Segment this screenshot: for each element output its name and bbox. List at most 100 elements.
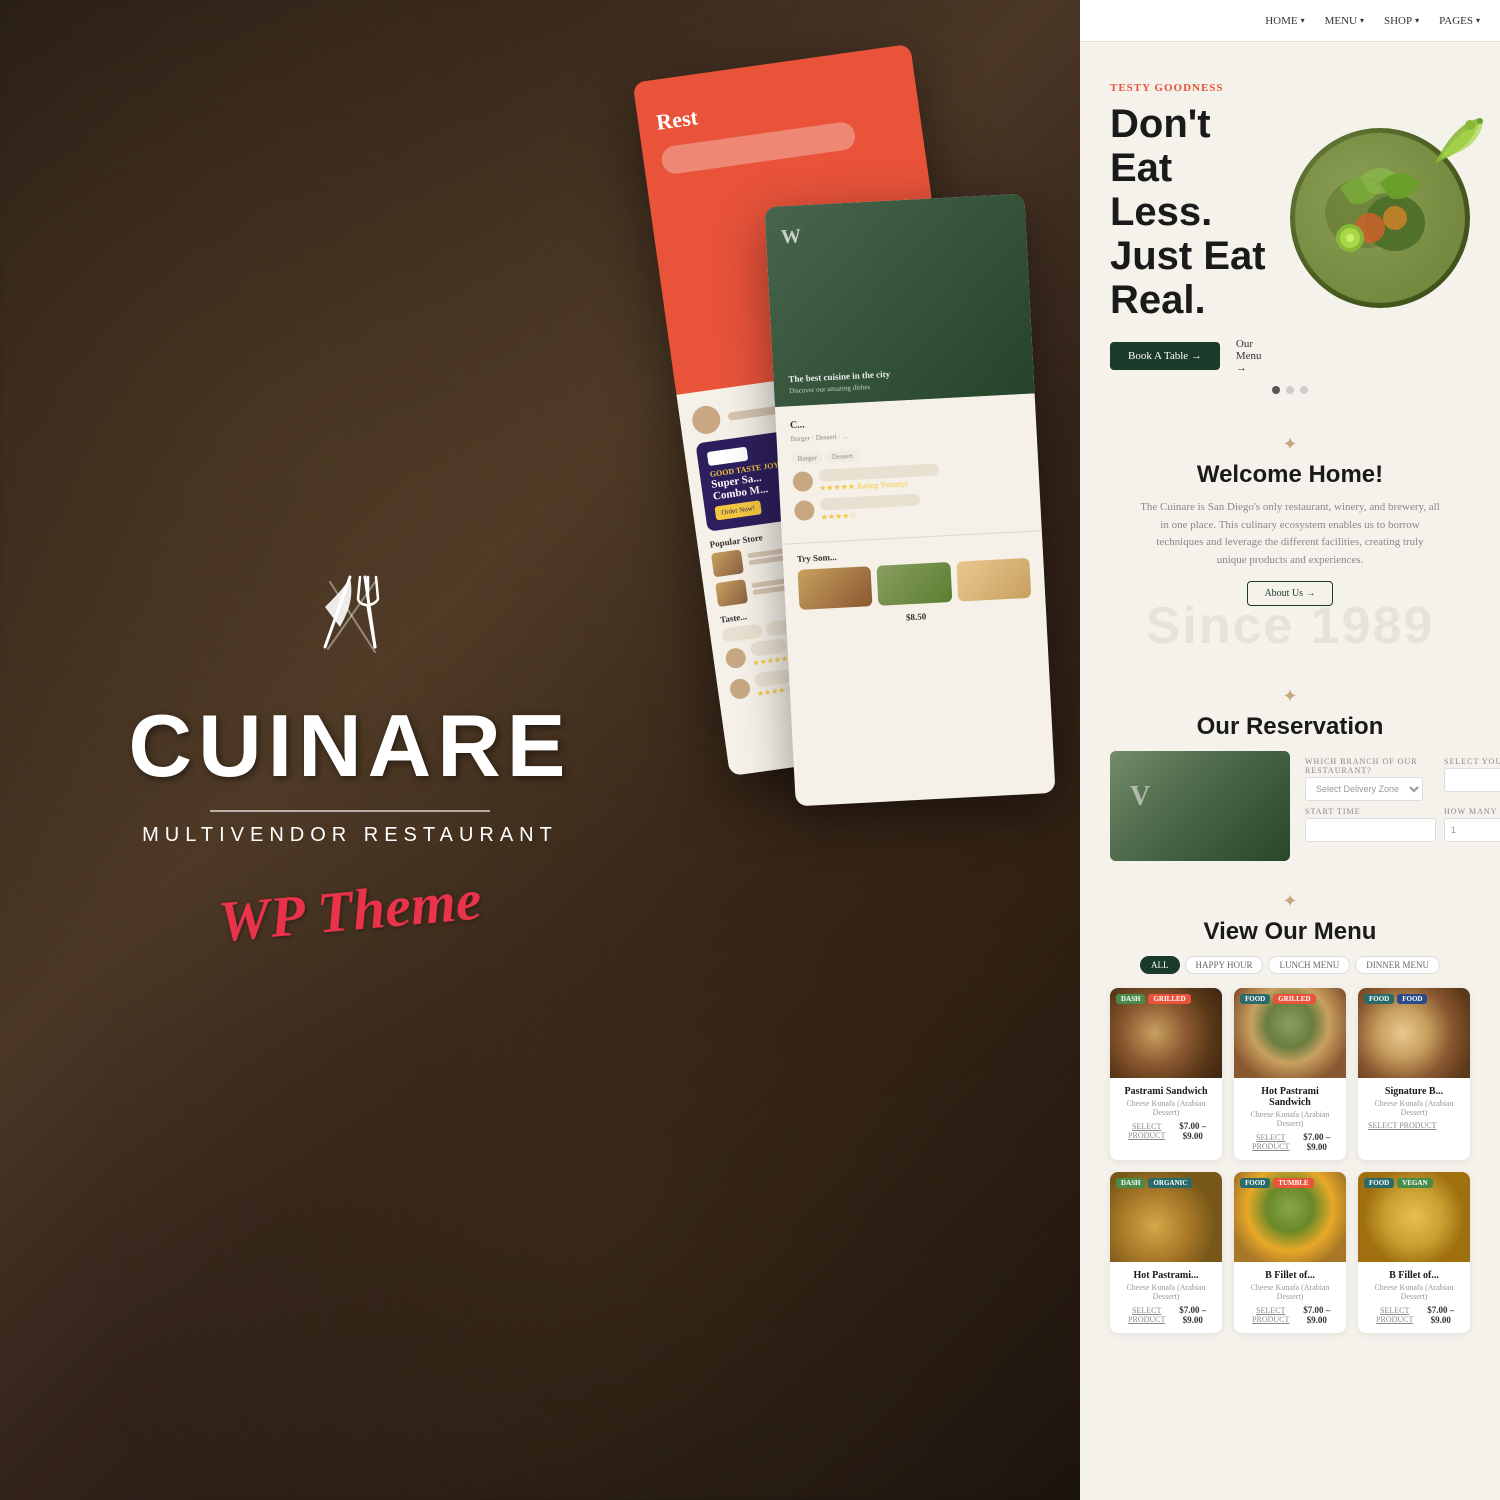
menu-card-footer-4: SELECT PRODUCT $7.00 – $9.00 xyxy=(1120,1305,1212,1325)
menu-card-4: DASH ORGANIC Hot Pastrami... Cheese Kuna… xyxy=(1110,1172,1222,1333)
night-input[interactable] xyxy=(1444,818,1500,842)
reservation-title: Our Reservation xyxy=(1110,713,1470,741)
nav-shop[interactable]: SHOP ▾ xyxy=(1384,15,1419,27)
preview-review-text-2b: ★★★★☆ xyxy=(820,493,921,521)
nav-menu[interactable]: MENU ▾ xyxy=(1325,15,1364,27)
menu-icon: ✦ xyxy=(1110,891,1470,912)
menu-card-desc-1: Cheese Kunafa (Arabian Dessert) xyxy=(1120,1099,1212,1117)
preview-reviewer-avatar-2 xyxy=(729,677,752,700)
menu-card-link-4[interactable]: SELECT PRODUCT xyxy=(1120,1306,1173,1324)
menu-card-name-4: Hot Pastrami... xyxy=(1120,1270,1212,1281)
menu-card-desc-2: Cheese Kunafa (Arabian Dessert) xyxy=(1244,1110,1336,1128)
preview-card-2: W The best cuisine in the city Discover … xyxy=(764,194,1055,807)
dot-3[interactable] xyxy=(1300,386,1308,394)
menu-card-link-3[interactable]: SELECT PRODUCT xyxy=(1368,1121,1437,1130)
tab-dinner[interactable]: DINNER MENU xyxy=(1355,956,1440,974)
menu-card-link-5[interactable]: SELECT PRODUCT xyxy=(1244,1306,1297,1324)
preview-review-content-2: ★★★★☆ xyxy=(754,669,793,699)
menu-card-footer-3: SELECT PRODUCT xyxy=(1368,1121,1460,1130)
nav-pages-arrow: ▾ xyxy=(1476,16,1480,25)
form-row-2: START TIME HOW MANY PEOPLE xyxy=(1305,801,1500,842)
badge-vegan-6b: VEGAN xyxy=(1397,1178,1432,1188)
menu-card-price-5: $7.00 – $9.00 xyxy=(1297,1305,1336,1325)
hero-text: TESTY GOODNESS Don't Eat Less. Just Eat … xyxy=(1110,82,1270,374)
preview-promo-btn[interactable]: Order Now! xyxy=(714,500,762,520)
menu-card-body-5: B Fillet of... Cheese Kunafa (Arabian De… xyxy=(1234,1262,1346,1333)
menu-grid: DASH GRILLED Pastrami Sandwich Cheese Ku… xyxy=(1110,988,1470,1333)
book-table-button[interactable]: Book A Table → xyxy=(1110,342,1220,370)
menu-card-link-1[interactable]: SELECT PRODUCT xyxy=(1120,1122,1173,1140)
menu-card-price-6: $7.00 – $9.00 xyxy=(1421,1305,1460,1325)
booking-label: SELECT YOUR BOOKING xyxy=(1444,757,1500,766)
hero-buttons: Book A Table → Our Menu → xyxy=(1110,338,1270,374)
preview-tag-dessert: Dessert xyxy=(826,449,860,463)
booking-input[interactable] xyxy=(1444,768,1500,792)
preview-review-row-2b: ★★★★☆ xyxy=(794,488,1027,523)
reservation-inner: V WHICH BRANCH OF OUR RESTAURANT? Select… xyxy=(1110,751,1470,861)
menu-card-body-2: Hot Pastrami Sandwich Cheese Kunafa (Ara… xyxy=(1234,1078,1346,1160)
menu-card-6: FOOD VEGAN B Fillet of... Cheese Kunafa … xyxy=(1358,1172,1470,1333)
menu-card-link-2[interactable]: SELECT PRODUCT xyxy=(1244,1133,1297,1151)
menu-card-price-1: $7.00 – $9.00 xyxy=(1173,1121,1212,1141)
menu-card-img-6: FOOD VEGAN xyxy=(1358,1172,1470,1262)
menu-card-footer-6: SELECT PRODUCT $7.00 – $9.00 xyxy=(1368,1305,1460,1325)
nav-home[interactable]: HOME ▾ xyxy=(1265,15,1304,27)
menu-section: ✦ View Our Menu ALL HAPPY HOUR LUNCH MEN… xyxy=(1080,881,1500,1353)
preview-rest-text: Rest xyxy=(655,76,900,136)
badge-dash-4: DASH xyxy=(1116,1178,1145,1188)
menu-card-img-4: DASH ORGANIC xyxy=(1110,1172,1222,1262)
date-input[interactable] xyxy=(1305,818,1436,842)
dot-2[interactable] xyxy=(1286,386,1294,394)
menu-card-badge-6: FOOD VEGAN xyxy=(1364,1178,1433,1188)
menu-card-name-3: Signature B... xyxy=(1368,1086,1460,1097)
reservation-form: WHICH BRANCH OF OUR RESTAURANT? Select D… xyxy=(1305,751,1500,842)
menu-card-name-1: Pastrami Sandwich xyxy=(1120,1086,1212,1097)
tab-lunch[interactable]: LUNCH MENU xyxy=(1268,956,1350,974)
nav-home-label: HOME xyxy=(1265,15,1297,27)
menu-card-2: FOOD GRILLED Hot Pastrami Sandwich Chees… xyxy=(1234,988,1346,1160)
welcome-icon: ✦ xyxy=(1110,434,1470,455)
date-label: START TIME xyxy=(1305,807,1436,816)
badge-food-6a: FOOD xyxy=(1364,1178,1394,1188)
preview-food-1 xyxy=(797,566,872,610)
menu-card-img-2: FOOD GRILLED xyxy=(1234,988,1346,1078)
our-menu-link[interactable]: Our Menu → xyxy=(1236,338,1270,374)
badge-food: FOOD xyxy=(1240,994,1270,1004)
main-wrapper: CUINARE MULTIVENDOR RESTAURANT WP Theme … xyxy=(0,0,1500,1500)
menu-card-link-6[interactable]: SELECT PRODUCT xyxy=(1368,1306,1421,1324)
preview-price-area: $8.50 xyxy=(800,606,1032,628)
nav-shop-arrow: ▾ xyxy=(1415,16,1419,25)
menu-card-badge-2: FOOD GRILLED xyxy=(1240,994,1316,1004)
preview-food-grid xyxy=(797,558,1031,610)
left-section: CUINARE MULTIVENDOR RESTAURANT WP Theme xyxy=(0,0,700,1500)
decorative-leaves xyxy=(1425,113,1485,173)
middle-section: Rest GOOD TASTE JOY... Super Sa... Combo… xyxy=(700,0,1080,1500)
dot-indicators xyxy=(1272,386,1308,394)
branch-label: WHICH BRANCH OF OUR RESTAURANT? xyxy=(1305,757,1436,775)
branch-select[interactable]: Select Delivery Zone xyxy=(1305,777,1423,801)
preview-promo-logo xyxy=(707,447,749,466)
wp-theme-label: WP Theme xyxy=(216,865,484,955)
tab-happy-hour[interactable]: HAPPY HOUR xyxy=(1185,956,1264,974)
dot-1[interactable] xyxy=(1272,386,1280,394)
menu-card-price-4: $7.00 – $9.00 xyxy=(1173,1305,1212,1325)
menu-card-body-4: Hot Pastrami... Cheese Kunafa (Arabian D… xyxy=(1110,1262,1222,1333)
menu-card-desc-4: Cheese Kunafa (Arabian Dessert) xyxy=(1120,1283,1212,1301)
preview-tag-1 xyxy=(721,623,763,642)
badge-grilled-2: GRILLED xyxy=(1273,994,1315,1004)
welcome-section: ✦ Welcome Home! The Cuinare is San Diego… xyxy=(1080,404,1500,676)
preview-price-value: $8.50 xyxy=(800,606,1032,628)
date-group: START TIME xyxy=(1305,801,1436,842)
badge-food-3b: FOOD xyxy=(1397,994,1427,1004)
hero-image xyxy=(1270,128,1470,328)
nav-shop-label: SHOP xyxy=(1384,15,1412,27)
tab-all[interactable]: ALL xyxy=(1140,956,1180,974)
preview-review-avatar xyxy=(792,471,813,492)
nav-pages-label: PAGES xyxy=(1439,15,1473,27)
menu-title: View Our Menu xyxy=(1110,918,1470,946)
welcome-text: The Cuinare is San Diego's only restaura… xyxy=(1140,499,1440,569)
badge-organic-4: ORGANIC xyxy=(1148,1178,1192,1188)
nav-pages[interactable]: PAGES ▾ xyxy=(1439,15,1480,27)
preview-store-img-2 xyxy=(715,579,748,607)
branch-group: WHICH BRANCH OF OUR RESTAURANT? Select D… xyxy=(1305,751,1436,801)
